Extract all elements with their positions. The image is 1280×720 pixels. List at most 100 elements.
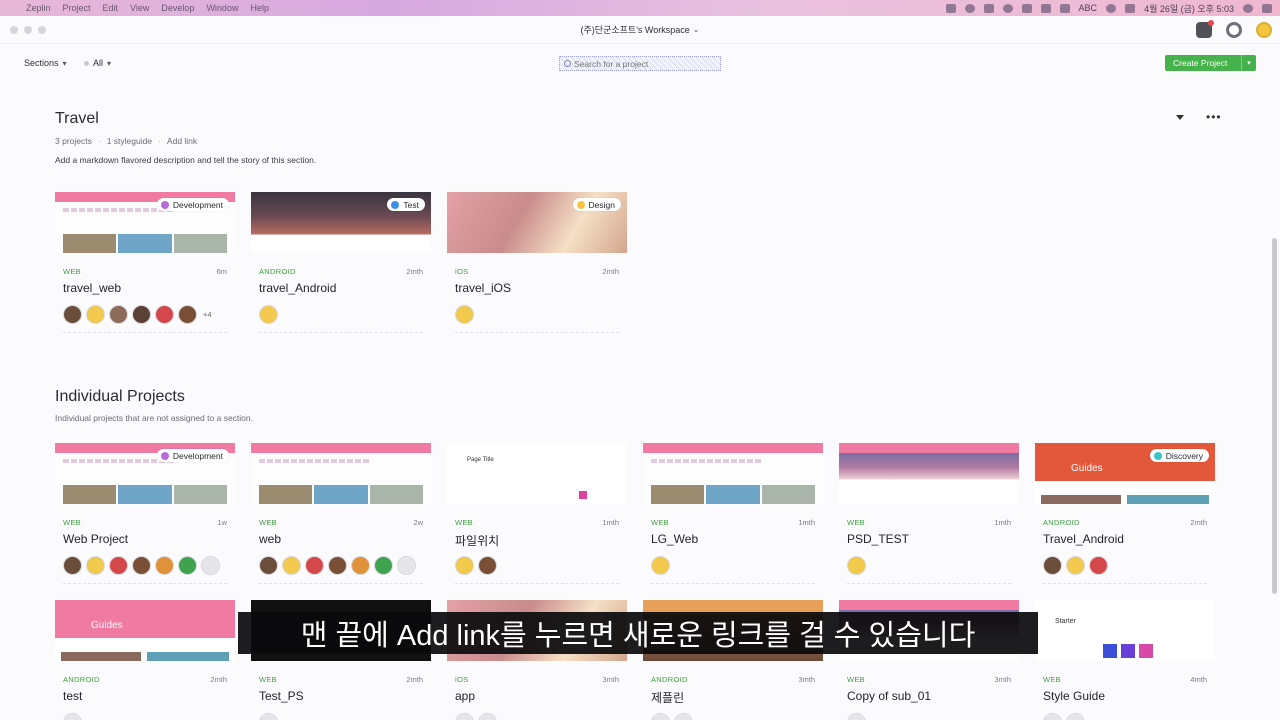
sections-dropdown[interactable]: Sections ▾ — [24, 58, 67, 68]
status-app-icon[interactable] — [1002, 3, 1013, 13]
avatar[interactable] — [1066, 713, 1085, 720]
avatar[interactable] — [847, 556, 866, 575]
zoom-window-button[interactable] — [38, 26, 46, 34]
avatar[interactable] — [651, 713, 670, 720]
more-options-icon[interactable]: ••• — [1206, 111, 1222, 123]
project-name[interactable]: Copy of sub_01 — [847, 689, 931, 703]
spotlight-icon[interactable] — [1243, 3, 1253, 13]
project-name[interactable]: travel_web — [63, 281, 121, 295]
project-thumbnail[interactable] — [251, 443, 431, 504]
project-thumbnail[interactable] — [839, 443, 1019, 504]
project-thumbnail[interactable]: Development — [55, 443, 235, 504]
avatar[interactable] — [259, 556, 278, 575]
avatar[interactable] — [328, 556, 347, 575]
project-card[interactable]: Development WEB 1w Web Project — [55, 443, 235, 591]
styleguide-count[interactable]: 1 styleguide — [107, 136, 152, 146]
minimize-window-button[interactable] — [24, 26, 32, 34]
project-thumbnail[interactable]: Starter — [1035, 600, 1215, 661]
project-card[interactable]: Starter WEB 4mth Style Guide — [1035, 600, 1215, 720]
project-name[interactable]: app — [455, 689, 475, 703]
project-card[interactable]: WEB 1mth LG_Web — [643, 443, 823, 591]
status-app-icon[interactable] — [1021, 3, 1032, 13]
project-name[interactable]: Travel_Android — [1043, 532, 1124, 546]
wifi-icon[interactable] — [1106, 3, 1117, 13]
project-name[interactable]: 파일위치 — [455, 532, 499, 549]
menu-project[interactable]: Project — [63, 3, 91, 13]
project-thumbnail[interactable]: Guides — [55, 600, 235, 661]
project-card[interactable]: Page Title WEB 1mth 파일위치 — [447, 443, 627, 591]
project-name[interactable]: LG_Web — [651, 532, 698, 546]
avatar[interactable] — [282, 556, 301, 575]
project-thumbnail[interactable]: Guides Discovery — [1035, 443, 1215, 504]
avatar[interactable] — [1043, 713, 1062, 720]
avatar[interactable] — [63, 556, 82, 575]
menu-view[interactable]: View — [130, 3, 149, 13]
add-link-button[interactable]: Add link — [167, 136, 197, 146]
project-name[interactable]: Style Guide — [1043, 689, 1105, 703]
avatar[interactable] — [455, 713, 474, 720]
project-thumbnail[interactable]: Page Title — [447, 443, 627, 504]
avatar[interactable] — [305, 556, 324, 575]
project-name[interactable]: Web Project — [63, 532, 128, 546]
menu-help[interactable]: Help — [250, 3, 269, 13]
project-search[interactable] — [559, 56, 721, 71]
avatar[interactable] — [455, 556, 474, 575]
workspace-switcher[interactable]: (주)단군소프트's Workspace ⌄ — [581, 23, 700, 36]
project-card[interactable]: Design iOS 2mth travel_iOS — [447, 192, 627, 340]
help-icon[interactable] — [1226, 22, 1242, 38]
status-app-icon[interactable] — [945, 3, 956, 13]
avatar[interactable] — [478, 713, 497, 720]
menu-develop[interactable]: Develop — [161, 3, 194, 13]
avatar[interactable] — [1043, 556, 1062, 575]
avatar[interactable] — [132, 556, 151, 575]
avatar[interactable] — [674, 713, 693, 720]
notifications-icon[interactable] — [1196, 20, 1214, 38]
avatar[interactable] — [397, 556, 416, 575]
avatar[interactable] — [374, 556, 393, 575]
avatar[interactable] — [86, 556, 105, 575]
main-scrollbar[interactable] — [1272, 82, 1280, 720]
avatar[interactable] — [178, 556, 197, 575]
project-thumbnail[interactable]: Design — [447, 192, 627, 253]
avatar[interactable] — [155, 556, 174, 575]
menu-edit[interactable]: Edit — [103, 3, 119, 13]
notification-center-icon[interactable] — [1262, 3, 1272, 13]
avatar[interactable] — [651, 556, 670, 575]
avatar[interactable] — [1066, 556, 1085, 575]
avatar[interactable] — [847, 713, 866, 720]
status-app-icon[interactable] — [1059, 3, 1070, 13]
avatar[interactable] — [109, 305, 128, 324]
avatar[interactable] — [178, 305, 197, 324]
search-input[interactable] — [574, 58, 714, 69]
status-app-icon[interactable] — [983, 3, 994, 13]
create-options-dropdown[interactable]: ▾ — [1241, 55, 1256, 71]
avatar[interactable] — [259, 713, 278, 720]
menu-zeplin[interactable]: Zeplin — [26, 3, 51, 13]
avatar[interactable] — [351, 556, 370, 575]
project-name[interactable]: web — [259, 532, 281, 546]
avatar[interactable] — [155, 305, 174, 324]
project-card[interactable]: Test ANDROID 2mth travel_Android — [251, 192, 431, 340]
project-card[interactable]: WEB 1mth PSD_TEST — [839, 443, 1019, 591]
status-app-icon[interactable] — [1040, 3, 1051, 13]
user-avatar[interactable] — [1256, 22, 1272, 38]
more-members-count[interactable]: +4 — [203, 310, 212, 319]
avatar[interactable] — [86, 305, 105, 324]
menu-window[interactable]: Window — [206, 3, 238, 13]
project-thumbnail[interactable]: Test — [251, 192, 431, 253]
avatar[interactable] — [63, 713, 82, 720]
project-name[interactable]: travel_iOS — [455, 281, 511, 295]
project-card[interactable]: WEB 2w web — [251, 443, 431, 591]
avatar[interactable] — [478, 556, 497, 575]
input-source-label[interactable]: ABC — [1079, 3, 1098, 13]
create-project-button[interactable]: Create Project ▾ — [1165, 55, 1256, 71]
project-card[interactable]: Guides ANDROID 2mth test — [55, 600, 235, 720]
section-description[interactable]: Add a markdown flavored description and … — [55, 155, 316, 165]
avatar[interactable] — [63, 305, 82, 324]
project-name[interactable]: test — [63, 689, 82, 703]
project-card[interactable]: Development WEB 6m travel_web +4 — [55, 192, 235, 340]
scrollbar-thumb[interactable] — [1272, 238, 1277, 594]
project-name[interactable]: 제플린 — [651, 689, 684, 706]
avatar[interactable] — [109, 556, 128, 575]
filter-dropdown[interactable]: All ▾ — [84, 58, 111, 68]
